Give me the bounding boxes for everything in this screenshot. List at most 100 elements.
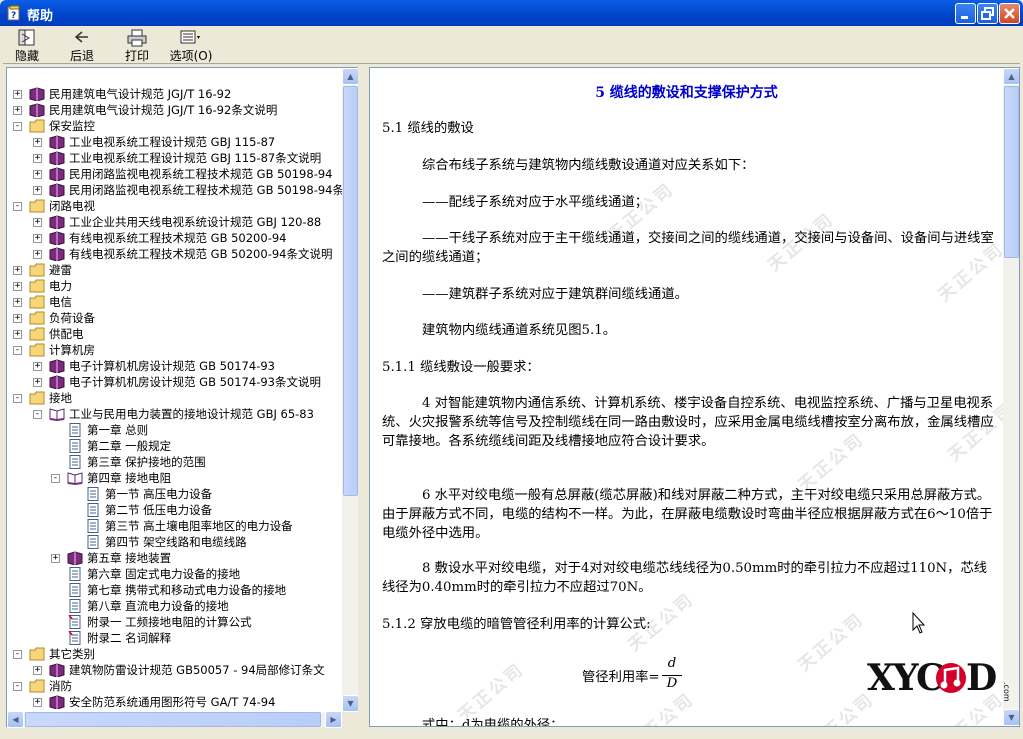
tree-item[interactable]: 第三章 保护接地的范围 xyxy=(7,454,342,470)
page-icon xyxy=(67,599,83,613)
tree-item[interactable]: 第七章 携带式和移动式电力设备的接地 xyxy=(7,582,342,598)
tree-item-label: 民用闭路监视电视系统工程技术规范 GB 50198-94条 xyxy=(69,183,342,197)
tree-item[interactable]: - 计算机房 xyxy=(7,342,342,358)
expand-icon[interactable]: + xyxy=(33,698,42,707)
tree-item[interactable]: + 避雷 xyxy=(7,262,342,278)
tree-item-label: 避雷 xyxy=(49,263,72,277)
tree-item[interactable]: 第一节 高压电力设备 xyxy=(7,486,342,502)
pane-splitter[interactable] xyxy=(358,67,369,727)
redpage-icon xyxy=(67,614,83,629)
scroll-right-arrow-icon[interactable]: ▶ xyxy=(325,711,342,728)
expand-icon[interactable]: + xyxy=(13,90,22,99)
tree-item[interactable]: + 民用闭路监视电视系统工程技术规范 GB 50198-94 xyxy=(7,166,342,182)
tree-item[interactable]: 第二节 低压电力设备 xyxy=(7,502,342,518)
close-button[interactable] xyxy=(999,3,1020,24)
contents-tree-pane: + 民用建筑电气设计规范 JGJ/T 16-92 + 民用建筑电气设计规范 JGJ/T… xyxy=(6,67,359,728)
expand-icon[interactable]: + xyxy=(13,330,22,339)
content-scroll-thumb[interactable] xyxy=(1004,86,1019,258)
tree-hscroll-thumb[interactable] xyxy=(25,712,321,727)
back-button[interactable]: 后退 xyxy=(66,28,98,63)
expand-icon[interactable]: + xyxy=(33,218,42,227)
tree-item[interactable]: - 保安监控 xyxy=(7,118,342,134)
tree-item[interactable]: + 民用闭路监视电视系统工程技术规范 GB 50198-94条 xyxy=(7,182,342,198)
tree-item[interactable]: + 工业电视系统工程设计规范 GBJ 115-87条文说明 xyxy=(7,150,342,166)
collapse-icon[interactable]: - xyxy=(13,650,22,659)
scroll-left-arrow-icon[interactable]: ◀ xyxy=(7,711,24,728)
book-icon xyxy=(49,375,65,390)
scroll-up-arrow-icon[interactable]: ▲ xyxy=(342,68,359,85)
expand-icon[interactable]: + xyxy=(33,154,42,163)
title-bar[interactable]: ? 帮助 xyxy=(0,0,1023,26)
tree-item[interactable]: 第六章 固定式电力设备的接地 xyxy=(7,566,342,582)
tree-item[interactable]: + 有线电视系统工程技术规范 GB 50200-94条文说明 xyxy=(7,246,342,262)
tree-item[interactable]: + 工业电视系统工程设计规范 GBJ 115-87 xyxy=(7,134,342,150)
tree-item[interactable]: - 其它类别 xyxy=(7,646,342,662)
collapse-icon[interactable]: - xyxy=(13,346,22,355)
expand-icon[interactable]: + xyxy=(51,554,60,563)
tree-item[interactable]: + 工业企业共用天线电视系统设计规范 GBJ 120-88 xyxy=(7,214,342,230)
scroll-down-arrow-icon[interactable]: ▼ xyxy=(1003,709,1019,726)
tree-item[interactable]: + 负荷设备 xyxy=(7,310,342,326)
collapse-icon[interactable]: - xyxy=(13,202,22,211)
expand-icon[interactable]: + xyxy=(13,282,22,291)
tree-item[interactable]: 第一章 总则 xyxy=(7,422,342,438)
tree-item[interactable]: - 消防 xyxy=(7,678,342,694)
expand-icon[interactable]: + xyxy=(33,170,42,179)
scroll-up-arrow-icon[interactable]: ▲ xyxy=(1003,68,1019,85)
tree-item[interactable]: + 民用建筑电气设计规范 JGJ/T 16-92 xyxy=(7,86,342,102)
expand-icon[interactable]: + xyxy=(33,378,42,387)
expand-icon[interactable]: + xyxy=(13,298,22,307)
tree-item[interactable]: + 电子计算机机房设计规范 GB 50174-93 xyxy=(7,358,342,374)
tree-item[interactable]: 第八章 直流电力设备的接地 xyxy=(7,598,342,614)
expand-icon[interactable]: + xyxy=(13,106,22,115)
expand-icon[interactable]: + xyxy=(33,186,42,195)
tree-item[interactable]: + 民用建筑电气设计规范 JGJ/T 16-92条文说明 xyxy=(7,102,342,118)
tree-item[interactable]: - 闭路电视 xyxy=(7,198,342,214)
expand-icon[interactable]: + xyxy=(33,666,42,675)
tree-item[interactable]: - 工业与民用电力装置的接地设计规范 GBJ 65-83 xyxy=(7,406,342,422)
options-button[interactable]: 选项(O) xyxy=(169,28,213,63)
expand-icon[interactable]: + xyxy=(13,314,22,323)
tree-item[interactable]: 第四节 架空线路和电缆线路 xyxy=(7,534,342,550)
tree-item[interactable]: + 安全防范系统通用图形符号 GA/T 74-94 xyxy=(7,694,342,710)
tree-item[interactable]: 附录二 名词解释 xyxy=(7,630,342,646)
expand-icon[interactable]: + xyxy=(33,362,42,371)
tree-scroll-thumb[interactable] xyxy=(343,86,358,496)
tree-item[interactable]: 第二章 一般规定 xyxy=(7,438,342,454)
scroll-down-arrow-icon[interactable]: ▼ xyxy=(342,695,359,712)
tree-item[interactable]: + 电子计算机机房设计规范 GB 50174-93条文说明 xyxy=(7,374,342,390)
tree-item[interactable]: - 第四章 接地电阻 xyxy=(7,470,342,486)
formula-numerator: d xyxy=(667,656,677,671)
tree-item[interactable]: 附录一 工频接地电阻的计算公式 xyxy=(7,614,342,630)
restore-button[interactable] xyxy=(977,3,998,24)
minimize-button[interactable] xyxy=(955,3,976,24)
collapse-icon[interactable]: - xyxy=(13,394,22,403)
expand-icon[interactable]: + xyxy=(13,266,22,275)
svg-text:XYC: XYC xyxy=(867,657,943,699)
tree-item[interactable]: + 第五章 接地装置 xyxy=(7,550,342,566)
tree-item[interactable]: + 建筑物防雷设计规范 GB50057 - 94局部修订条文 xyxy=(7,662,342,678)
tree-item-label: 工业与民用电力装置的接地设计规范 GBJ 65-83 xyxy=(69,407,314,421)
tree-item[interactable]: + 电信 xyxy=(7,294,342,310)
collapse-icon[interactable]: - xyxy=(13,682,22,691)
tree-horizontal-scrollbar[interactable]: ◀ ▶ xyxy=(7,711,342,728)
paragraph: ——干线子系统对应于主干缆线通道，交接间之间的缆线通道，交接间与设备间、设备间与… xyxy=(382,231,994,265)
collapse-icon[interactable]: - xyxy=(33,410,42,419)
tree-item[interactable]: + 供配电 xyxy=(7,326,342,342)
help-app-icon: ? xyxy=(7,5,20,21)
hide-button[interactable]: 隐藏 xyxy=(11,28,43,63)
expand-icon[interactable]: + xyxy=(33,234,42,243)
expand-icon[interactable]: + xyxy=(33,138,42,147)
tree-item[interactable]: - 接地 xyxy=(7,390,342,406)
collapse-icon[interactable]: - xyxy=(13,122,22,131)
book-icon xyxy=(49,663,65,678)
expand-icon[interactable]: + xyxy=(33,250,42,259)
tree-item[interactable]: + 电力 xyxy=(7,278,342,294)
print-button[interactable]: 打印 xyxy=(121,28,153,63)
tree-item[interactable]: + 有线电视系统工程技术规范 GB 50200-94 xyxy=(7,230,342,246)
tree-vertical-scrollbar[interactable]: ▲ ▼ xyxy=(342,68,359,712)
collapse-icon[interactable]: - xyxy=(51,474,60,483)
tree-item[interactable]: 第三节 高土壤电阻率地区的电力设备 xyxy=(7,518,342,534)
contents-tree[interactable]: + 民用建筑电气设计规范 JGJ/T 16-92 + 民用建筑电气设计规范 JGJ/T… xyxy=(7,68,342,712)
content-vertical-scrollbar[interactable]: ▲ ▼ xyxy=(1003,68,1019,726)
